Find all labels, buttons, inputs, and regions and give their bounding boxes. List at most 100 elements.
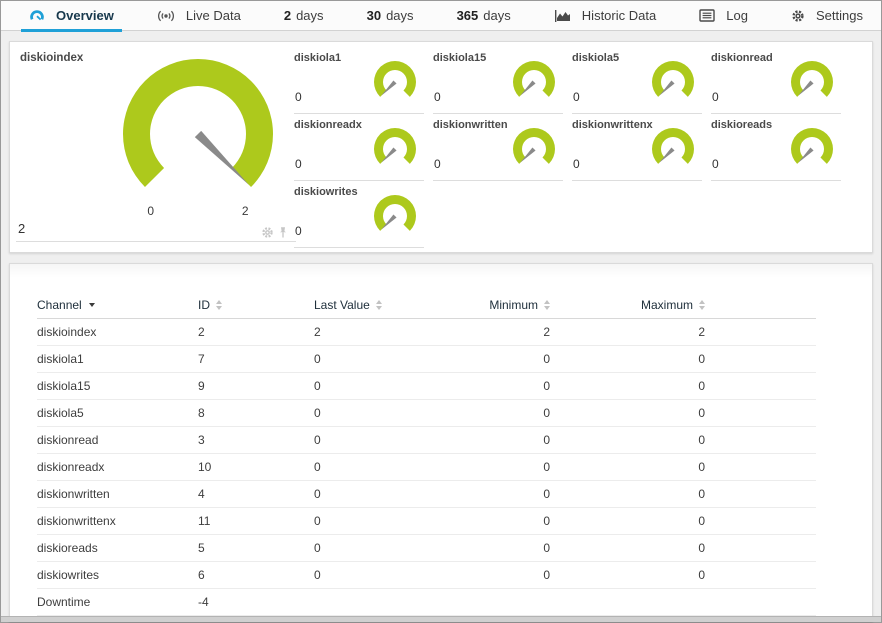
channels-table-panel: Channel ID Last Value Minimum Maximum	[9, 263, 873, 622]
cell-channel: diskiowrites	[37, 568, 198, 582]
cell-channel: diskioreads	[37, 541, 198, 555]
cell-minimum: 2	[434, 325, 550, 339]
column-header-id[interactable]: ID	[198, 298, 314, 312]
table-row-diskionwritten[interactable]: diskionwritten 4 0 0 0	[37, 481, 816, 508]
gauge-icon	[29, 8, 45, 23]
cell-maximum: 0	[550, 433, 705, 447]
tab-365-days[interactable]: 365 days	[449, 1, 519, 31]
table-row-diskiowrites[interactable]: diskiowrites 6 0 0 0	[37, 562, 816, 589]
cell-maximum: 0	[550, 541, 705, 555]
sort-icons	[376, 300, 382, 310]
cell-minimum: 0	[434, 406, 550, 420]
tab-live-data[interactable]: Live Data	[149, 1, 249, 31]
table-row-diskioreads[interactable]: diskioreads 5 0 0 0	[37, 535, 816, 562]
gear-icon[interactable]	[261, 226, 274, 239]
cell-minimum: 0	[434, 352, 550, 366]
small-gauge-cell-diskiola5: diskiola5 0	[572, 47, 702, 114]
cell-last-value: 0	[314, 514, 434, 528]
sensor-tab-bar: Overview Live Data 2 days 30 days 365 da…	[1, 1, 881, 31]
cell-maximum: 0	[550, 514, 705, 528]
tab-30-days[interactable]: 30 days	[359, 1, 422, 31]
gauge-title: diskionwritten	[433, 119, 508, 131]
table-row-diskionreadx[interactable]: diskionreadx 10 0 0 0	[37, 454, 816, 481]
main-gauge-cell: diskioindex 02 2	[10, 42, 294, 252]
cell-id: 11	[198, 514, 314, 528]
cell-channel: diskiola1	[37, 352, 198, 366]
tab-log[interactable]: Log	[691, 1, 756, 31]
cell-last-value: 2	[314, 325, 434, 339]
column-header-maximum[interactable]: Maximum	[550, 298, 705, 312]
table-row-downtime[interactable]: Downtime -4	[37, 589, 816, 616]
table-body: diskioindex 2 2 2 2 diskiola1 7 0 0 0 di…	[37, 319, 816, 616]
small-gauges-grid: diskiola1 0 diskiola15 0 diskiola5 0 dis…	[294, 47, 841, 248]
table-row-diskionread[interactable]: diskionread 3 0 0 0	[37, 427, 816, 454]
gauge-value: 0	[573, 157, 580, 171]
cell-id: 6	[198, 568, 314, 582]
gauge-title: diskionread	[711, 52, 773, 64]
table-row-diskionwrittenx[interactable]: diskionwrittenx 11 0 0 0	[37, 508, 816, 535]
main-gauge-chart: 02	[112, 56, 284, 226]
cell-maximum: 0	[550, 406, 705, 420]
cell-channel: diskiola5	[37, 406, 198, 420]
column-header-last-value[interactable]: Last Value	[314, 298, 434, 312]
gauge-value: 0	[434, 157, 441, 171]
gauge-chart	[511, 58, 557, 104]
gauge-chart	[372, 125, 418, 171]
gauge-title: diskiola1	[294, 52, 341, 64]
gauge-chart	[511, 125, 557, 171]
sort-icons	[216, 300, 222, 310]
gauge-value: 0	[295, 90, 302, 104]
cell-minimum: 0	[434, 487, 550, 501]
live-data-icon	[157, 9, 175, 23]
cell-id: 9	[198, 379, 314, 393]
tab-overview[interactable]: Overview	[21, 1, 122, 31]
window-bottom-scrollbar[interactable]	[1, 616, 881, 622]
cell-id: -4	[198, 595, 314, 609]
sort-icons	[699, 300, 705, 310]
cell-maximum: 2	[550, 325, 705, 339]
cell-channel: diskiola15	[37, 379, 198, 393]
svg-text:0: 0	[147, 204, 154, 218]
small-gauge-cell-diskionwrittenx: diskionwrittenx 0	[572, 114, 702, 181]
cell-channel: diskionread	[37, 433, 198, 447]
gauge-chart	[372, 192, 418, 238]
cell-channel: diskioindex	[37, 325, 198, 339]
small-gauge-cell-diskioreads: diskioreads 0	[711, 114, 841, 181]
cell-last-value: 0	[314, 406, 434, 420]
historic-chart-icon	[554, 9, 571, 23]
column-header-channel[interactable]: Channel	[37, 298, 198, 312]
column-header-minimum[interactable]: Minimum	[434, 298, 550, 312]
cell-id: 5	[198, 541, 314, 555]
sort-desc-icon	[89, 303, 95, 307]
pin-icon[interactable]	[278, 226, 288, 239]
cell-maximum: 0	[550, 460, 705, 474]
cell-last-value: 0	[314, 487, 434, 501]
gauge-title: diskionreadx	[294, 119, 362, 131]
small-gauge-cell-diskionread: diskionread 0	[711, 47, 841, 114]
cell-minimum: 0	[434, 460, 550, 474]
table-row-diskiola15[interactable]: diskiola15 9 0 0 0	[37, 373, 816, 400]
cell-channel: diskionwritten	[37, 487, 198, 501]
sensor-channel-title: diskioindex	[20, 52, 83, 64]
cell-minimum: 0	[434, 433, 550, 447]
cell-channel: diskionwrittenx	[37, 514, 198, 528]
gauge-title: diskioreads	[711, 119, 772, 131]
tab-settings[interactable]: Settings	[783, 1, 871, 31]
cell-channel: Downtime	[37, 595, 198, 609]
cell-maximum: 0	[550, 487, 705, 501]
main-gauge-value: 2	[18, 221, 25, 236]
cell-id: 8	[198, 406, 314, 420]
gauge-value: 0	[712, 90, 719, 104]
cell-last-value: 0	[314, 568, 434, 582]
cell-channel: diskionreadx	[37, 460, 198, 474]
cell-id: 4	[198, 487, 314, 501]
gauge-chart	[650, 58, 696, 104]
tab-historic-data[interactable]: Historic Data	[546, 1, 664, 31]
cell-id: 7	[198, 352, 314, 366]
tab-2-days[interactable]: 2 days	[276, 1, 332, 31]
gauge-chart	[650, 125, 696, 171]
table-row-diskiola5[interactable]: diskiola5 8 0 0 0	[37, 400, 816, 427]
table-row-diskiola1[interactable]: diskiola1 7 0 0 0	[37, 346, 816, 373]
table-row-diskioindex[interactable]: diskioindex 2 2 2 2	[37, 319, 816, 346]
gauge-title: diskionwrittenx	[572, 119, 653, 131]
